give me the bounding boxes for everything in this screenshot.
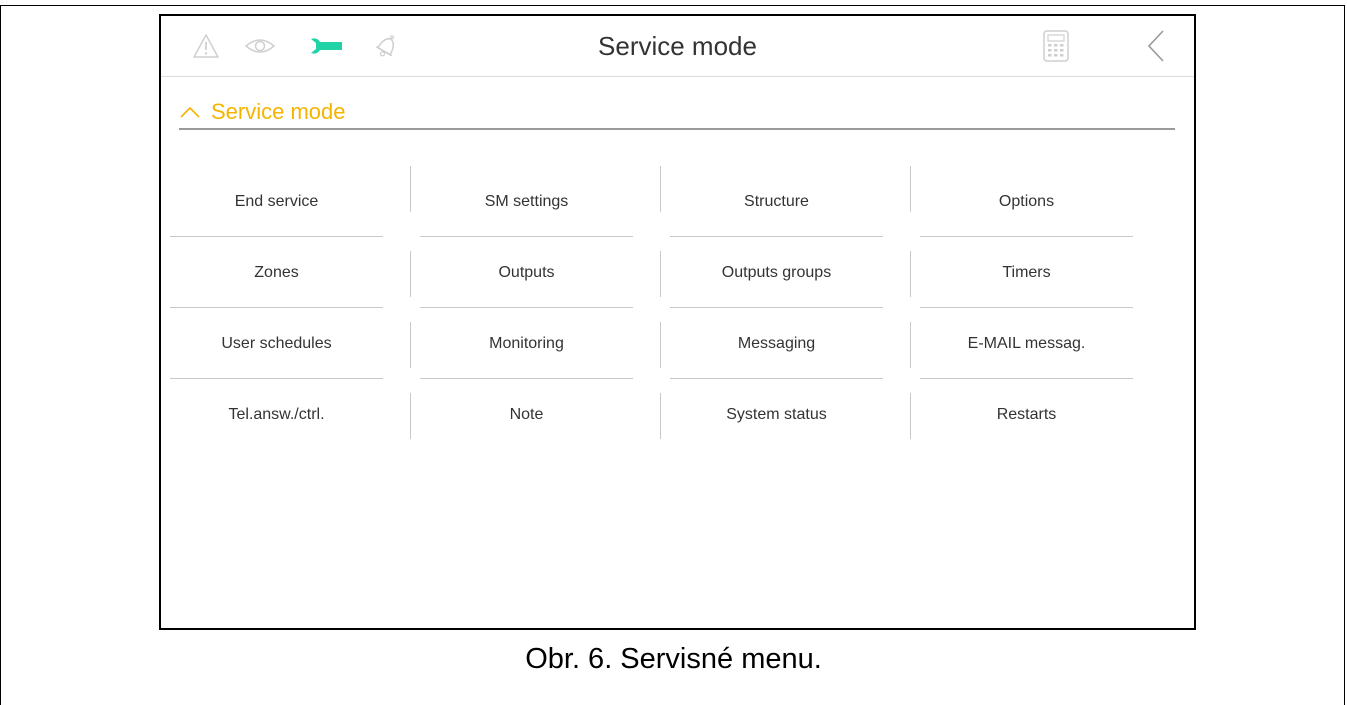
menu-item-end-service[interactable]: End service — [170, 166, 383, 237]
keypad-screen: Service mode Service mode End service SM… — [159, 14, 1196, 630]
column-divider — [910, 393, 911, 439]
column-divider — [660, 322, 661, 368]
chevron-up-icon — [179, 105, 201, 119]
column-divider — [910, 251, 911, 297]
menu-item-structure[interactable]: Structure — [670, 166, 883, 237]
menu-item-outputs[interactable]: Outputs — [420, 237, 633, 308]
menu-item-timers[interactable]: Timers — [920, 237, 1133, 308]
menu-item-user-schedules[interactable]: User schedules — [170, 308, 383, 379]
back-chevron-icon[interactable] — [1141, 30, 1171, 62]
column-divider — [410, 393, 411, 439]
column-divider — [660, 393, 661, 439]
column-divider — [910, 322, 911, 368]
column-divider — [410, 322, 411, 368]
column-divider — [660, 166, 661, 212]
column-divider — [410, 166, 411, 212]
column-divider — [910, 166, 911, 212]
menu-item-messaging[interactable]: Messaging — [670, 308, 883, 379]
menu-item-restarts[interactable]: Restarts — [920, 379, 1133, 450]
menu-item-note[interactable]: Note — [420, 379, 633, 450]
column-divider — [410, 251, 411, 297]
keypad-icon[interactable] — [1039, 30, 1073, 62]
menu-item-system-status[interactable]: System status — [670, 379, 883, 450]
menu-item-monitoring[interactable]: Monitoring — [420, 308, 633, 379]
menu-item-email-messaging[interactable]: E-MAIL messag. — [920, 308, 1133, 379]
menu-item-outputs-groups[interactable]: Outputs groups — [670, 237, 883, 308]
menu-item-sm-settings[interactable]: SM settings — [420, 166, 633, 237]
menu-item-tel-answ-ctrl[interactable]: Tel.answ./ctrl. — [170, 379, 383, 450]
section-header-service-mode[interactable]: Service mode — [179, 96, 1175, 130]
figure-caption: Obr. 6. Servisné menu. — [525, 643, 822, 675]
service-menu-grid: End service SM settings Structure Option… — [170, 166, 1170, 450]
section-header-label: Service mode — [211, 99, 346, 124]
menu-item-zones[interactable]: Zones — [170, 237, 383, 308]
menu-item-options[interactable]: Options — [920, 166, 1133, 237]
top-bar: Service mode — [161, 16, 1194, 77]
column-divider — [660, 251, 661, 297]
